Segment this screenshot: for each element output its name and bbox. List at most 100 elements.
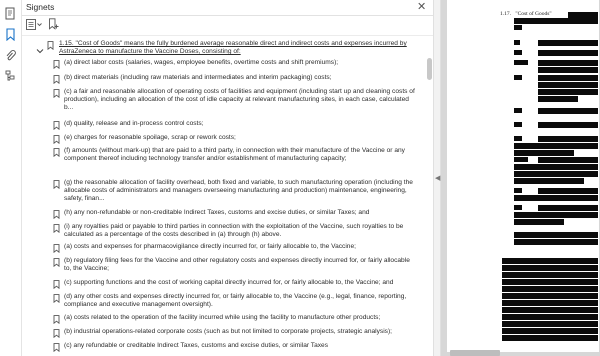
redaction-block [514,178,584,184]
bookmark-icon [47,41,54,50]
panel-title: Signets [26,2,55,12]
bookmark-icon [53,89,60,98]
bookmark-label[interactable]: (b) industrial operations-related corpor… [64,328,416,336]
redaction-block [538,96,578,102]
redaction-block [514,171,598,177]
page-size-indicator [450,350,500,356]
layers-icon[interactable] [3,69,18,84]
bookmark-label[interactable]: 1.15. "Cost of Goods" means the fully bu… [59,40,415,56]
redaction-block [502,335,598,341]
document-viewer: 1.17. "Cost of Goods" [441,0,600,356]
bookmark-label[interactable]: (a) costs related to the operation of th… [64,314,416,322]
navigation-toolstrip [0,0,22,356]
redaction-block [538,188,598,194]
redaction-block [538,50,598,56]
bookmark-label[interactable]: (b) regulatory filing fees for the Vacci… [64,257,416,273]
redaction-block [514,157,528,162]
redaction-block [502,314,598,320]
bookmark-icon [53,329,60,338]
redaction-block [514,25,522,30]
close-icon[interactable]: ✕ [417,0,426,13]
redaction-block [538,108,598,114]
new-bookmark-button[interactable] [48,17,59,35]
panel-splitter[interactable]: ◀ [433,0,441,356]
redaction-block [538,82,598,88]
bookmark-icon [53,75,60,84]
section-title: "Cost of Goods" [515,11,552,17]
bookmark-options-button[interactable] [26,19,42,33]
redaction-block [514,122,522,127]
bookmark-tree: 1.15. "Cost of Goods" means the fully bu… [22,36,422,356]
bookmark-label[interactable]: (d) quality, release and in-process cont… [64,120,416,128]
bookmark-icon [53,60,60,69]
redaction-block [538,157,598,163]
redaction-block [514,205,522,210]
redaction-block [538,205,598,211]
redaction-block [514,212,598,218]
redaction-block [514,143,598,149]
bookmark-label[interactable]: (a) direct labor costs (salaries, wages,… [64,59,416,67]
redaction-block [538,122,598,128]
chevron-down-icon[interactable] [36,42,44,54]
redaction-block [502,300,598,306]
bookmark-icon [53,280,60,289]
redaction-block [514,40,520,45]
redaction-block [514,50,522,55]
redaction-block [514,108,522,113]
bookmark-label[interactable]: (g) the reasonable allocation of facilit… [64,179,416,204]
redaction-block [502,286,598,292]
redaction-block [514,60,528,65]
redaction-block [514,195,598,201]
bookmark-label[interactable]: (e) charges for reasonable spoilage, scr… [64,134,416,142]
redaction-block [538,75,598,81]
page-thumbnails-icon[interactable] [3,6,18,21]
redaction-block [502,272,598,278]
bookmark-icon [53,135,60,144]
collapse-arrow-icon[interactable]: ◀ [435,174,440,182]
bookmark-icon [53,294,60,303]
section-heading: 1.17. "Cost of Goods" [500,11,555,17]
bookmark-icon [53,180,60,189]
redaction-block [514,75,522,80]
bookmark-icon [53,244,60,253]
bookmark-label[interactable]: (i) any royalties paid or payable to thi… [64,223,416,239]
attachment-icon[interactable] [3,48,18,63]
redaction-block [502,307,598,313]
panel-header: Signets ✕ [22,0,433,16]
redaction-block [502,293,598,299]
bookmark-icon [53,210,60,219]
redaction-block [502,321,598,327]
redaction-block [514,239,598,245]
redaction-block [514,164,598,170]
redaction-block [514,219,564,225]
redaction-block [538,89,598,95]
section-number: 1.17. [500,11,511,17]
bookmark-icon [53,258,60,267]
redaction-block [538,136,598,142]
redaction-block [538,67,598,73]
bookmark-icon[interactable] [3,27,18,42]
bookmark-icon [53,224,60,233]
bookmark-label[interactable]: (d) any other costs and expenses directl… [64,293,416,309]
bookmark-label[interactable]: (h) any non-refundable or non-creditable… [64,209,416,217]
bookmarks-panel: Signets ✕ 1.15. "Cost of Goods" means th… [22,0,433,356]
scrollbar-thumb[interactable] [427,58,432,80]
bookmark-icon [53,121,60,130]
bookmark-icon [53,315,60,324]
redaction-block [514,188,522,193]
bookmark-options-icon [26,17,42,35]
bookmark-label[interactable]: (c) supporting functions and the cost of… [64,279,416,287]
bookmark-label[interactable]: (f) amounts (without mark-up) that are p… [64,147,416,163]
redaction-block [538,40,598,46]
redaction-block [514,136,522,141]
document-page: 1.17. "Cost of Goods" [447,0,599,352]
bookmark-label[interactable]: (c) any refundable or creditable Indirec… [64,342,416,350]
bookmark-label[interactable]: (b) direct materials (including raw mate… [64,74,416,82]
redaction-block [514,232,598,238]
redaction-block [514,18,598,24]
new-bookmark-icon [48,17,59,35]
bookmark-label[interactable]: (a) costs and expenses for pharmacovigil… [64,243,416,251]
bookmark-icon [53,343,60,352]
redaction-block [538,60,598,66]
bookmark-label[interactable]: (c) a fair and reasonable allocation of … [64,88,416,113]
